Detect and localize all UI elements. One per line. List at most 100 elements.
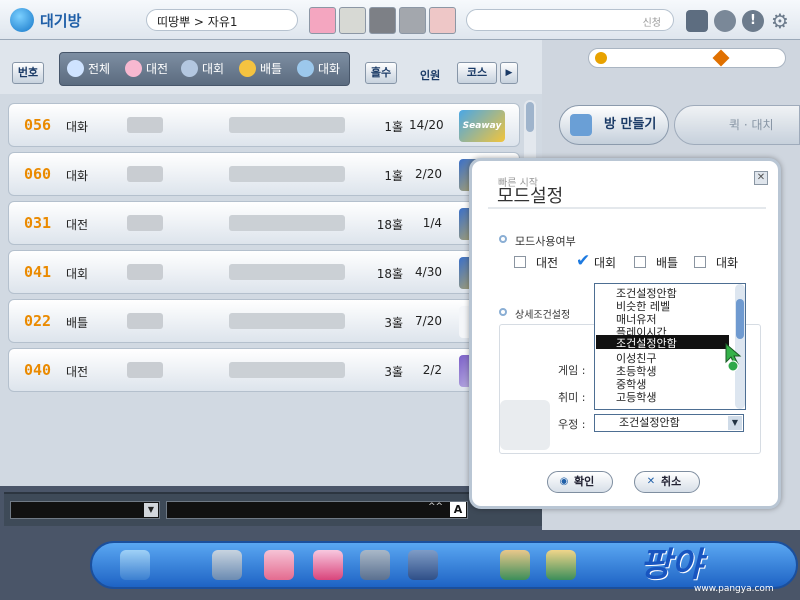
room-holes: 1홀: [384, 120, 403, 134]
sort-number-button[interactable]: 번호: [12, 62, 44, 84]
cancel-label: 취소: [661, 475, 682, 488]
dropdown-option[interactable]: 고등학생: [616, 389, 656, 405]
pang-coin-icon: [595, 52, 607, 64]
dropdown-option-highlighted[interactable]: 조건설정안함: [596, 335, 729, 350]
dropdown-scroll-thumb[interactable]: [736, 299, 744, 339]
sort-people-label[interactable]: 인원: [420, 67, 440, 83]
room-holes: 18홀: [376, 267, 403, 281]
location-breadcrumb: 띠땅뿌 > 자유1: [146, 9, 298, 31]
room-players: 2/20: [415, 167, 442, 181]
chevron-down-icon[interactable]: ▼: [728, 416, 742, 430]
confirm-button[interactable]: ◉ 확인: [547, 471, 613, 493]
room-number: 031: [24, 214, 52, 232]
font-style-button[interactable]: A: [450, 502, 466, 517]
checkbox-versus[interactable]: [514, 256, 526, 268]
room-list-scroll-thumb[interactable]: [526, 102, 534, 132]
versus-icon: [125, 60, 142, 77]
dialog-title: 모드설정: [497, 186, 564, 207]
player-avatar[interactable]: [309, 7, 336, 34]
request-search-input[interactable]: 신청: [466, 9, 674, 31]
room-mode: 대화: [66, 120, 89, 134]
room-row[interactable]: 041 대회 18홀 4/30: [8, 250, 520, 294]
phone-icon[interactable]: [686, 10, 708, 32]
tab-label: 전체: [88, 62, 111, 76]
checkbox-label-tournament: 대회: [594, 256, 617, 270]
make-room-button[interactable]: 방 만들기: [559, 105, 669, 145]
bullet-icon: [499, 235, 507, 243]
chat-icon: [297, 60, 314, 77]
sort-holes-button[interactable]: 홀수: [365, 62, 397, 84]
mode-filter-tabs: 전체 대전 대회 배틀 대화: [59, 52, 350, 86]
room-owner-blurred: [229, 313, 345, 329]
chevron-down-icon[interactable]: ▼: [144, 503, 158, 517]
room-owner-blurred: [229, 362, 345, 378]
emoticon-button[interactable]: ^^: [428, 502, 443, 512]
room-holes: 18홀: [376, 218, 403, 232]
chat-channel-select[interactable]: ▼: [10, 501, 160, 519]
player-avatar[interactable]: [429, 7, 456, 34]
player-avatar[interactable]: [339, 7, 366, 34]
cancel-button[interactable]: ✕ 취소: [634, 471, 700, 493]
mail-icon[interactable]: [264, 550, 294, 580]
room-row[interactable]: 056 대화 1홀 14/20 Seaway: [8, 103, 520, 147]
room-owner-blurred: [229, 117, 345, 133]
friendship-select[interactable]: 조건설정안함 ▼: [594, 414, 744, 432]
player-avatar[interactable]: [369, 7, 396, 34]
home-icon[interactable]: [500, 550, 530, 580]
checkbox-chat[interactable]: [694, 256, 706, 268]
room-owner-blurred: [229, 166, 345, 182]
room-row[interactable]: 060 대화 1홀 2/20: [8, 152, 520, 196]
tab-chat[interactable]: 대화: [294, 55, 350, 83]
player-avatar[interactable]: [399, 7, 426, 34]
friendship-select-value: 조건설정안함: [619, 416, 680, 429]
room-title-blurred: [127, 362, 163, 378]
gift-icon[interactable]: [313, 550, 343, 580]
room-holes: 3홀: [384, 365, 403, 379]
close-icon[interactable]: ✕: [754, 171, 768, 185]
alert-icon[interactable]: !: [742, 10, 764, 32]
room-mode: 대회: [66, 267, 89, 281]
pangya-url: www.pangya.com: [694, 584, 774, 594]
checkbox-label-chat: 대화: [716, 256, 739, 270]
pangya-logo: 팡야: [640, 545, 703, 585]
mascot-icon[interactable]: [360, 550, 390, 580]
tab-label: 대화: [318, 62, 341, 76]
room-mode: 대전: [66, 365, 89, 379]
game-row-label: 게임 :: [558, 364, 586, 377]
room-row[interactable]: 040 대전 3홀 2/2: [8, 348, 520, 392]
room-row[interactable]: 022 배틀 3홀 7/20 Re: [8, 299, 520, 343]
chat-input[interactable]: [166, 501, 468, 519]
room-row[interactable]: 031 대전 18홀 1/4: [8, 201, 520, 245]
sort-course-button[interactable]: 코스: [457, 62, 497, 84]
quick-match-button[interactable]: 퀵 · 대치: [674, 105, 800, 145]
shop-icon[interactable]: [212, 550, 242, 580]
tab-tournament[interactable]: 대회: [178, 55, 236, 83]
music-icon[interactable]: [120, 550, 150, 580]
room-number: 056: [24, 116, 52, 134]
top-bar: 대기방 띠땅뿌 > 자유1 신청 ! ⚙: [0, 0, 800, 40]
bag-icon[interactable]: [408, 550, 438, 580]
lobby-icon[interactable]: [546, 550, 576, 580]
room-players: 2/2: [422, 363, 442, 377]
tab-versus[interactable]: 대전: [122, 55, 178, 83]
room-title-blurred: [127, 215, 163, 231]
users-icon[interactable]: [714, 10, 736, 32]
tab-label: 배틀: [260, 62, 283, 76]
checkbox-tournament[interactable]: ✔: [576, 253, 590, 270]
tab-all[interactable]: 전체: [64, 55, 120, 83]
room-title-blurred: [127, 264, 163, 280]
room-owner-blurred: [229, 264, 345, 280]
battle-icon: [239, 60, 256, 77]
checkbox-battle[interactable]: [634, 256, 646, 268]
room-players: 7/20: [415, 314, 442, 328]
gear-icon[interactable]: ⚙: [769, 10, 791, 32]
room-players: 1/4: [422, 216, 442, 230]
room-holes: 1홀: [384, 169, 403, 183]
tournament-icon: [181, 60, 198, 77]
confirm-icon: ◉: [559, 476, 569, 487]
room-players: 14/20: [409, 118, 444, 132]
tab-battle[interactable]: 배틀: [236, 55, 294, 83]
cookie-point-icon: [712, 49, 730, 67]
mouse-cursor-icon: [725, 342, 742, 372]
next-page-button[interactable]: ▶: [500, 62, 518, 84]
